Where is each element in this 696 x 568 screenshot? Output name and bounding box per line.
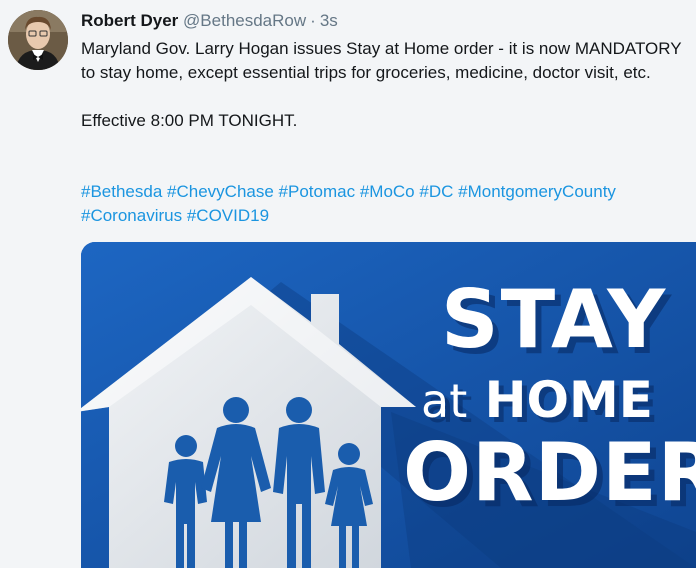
hashtag-link[interactable]: #Bethesda	[81, 182, 162, 201]
tweet: Robert Dyer @BethesdaRow · 3s Maryland Gov…	[0, 0, 696, 568]
media-image[interactable]: STAY at HOME ORDER	[81, 242, 696, 568]
tweet-text-line: Maryland Gov. Larry Hogan issues Stay at…	[81, 39, 682, 82]
hashtag-link[interactable]: #Coronavirus	[81, 206, 182, 225]
hashtag-link[interactable]: #COVID19	[187, 206, 269, 225]
media-title-at: at	[421, 374, 468, 428]
tweet-text-line: Effective 8:00 PM TONIGHT.	[81, 111, 298, 130]
separator-dot: ·	[310, 11, 316, 30]
media-overlay-text: STAY at HOME ORDER	[81, 242, 696, 568]
hashtag-link[interactable]: #MontgomeryCounty	[458, 182, 616, 201]
tweet-text: Maryland Gov. Larry Hogan issues Stay at…	[81, 37, 693, 133]
media-title-at-home: at HOME	[421, 372, 653, 429]
tweet-header: Robert Dyer @BethesdaRow · 3s	[81, 11, 338, 31]
media-title-stay: STAY	[441, 273, 668, 366]
hashtag-list: #Bethesda #ChevyChase #Potomac #MoCo #DC…	[81, 180, 693, 228]
timestamp[interactable]: 3s	[320, 11, 338, 30]
media-title-order: ORDER	[403, 426, 696, 519]
avatar[interactable]	[8, 10, 68, 70]
author-name[interactable]: Robert Dyer	[81, 11, 178, 30]
hashtag-link[interactable]: #ChevyChase	[167, 182, 274, 201]
hashtag-link[interactable]: #MoCo	[360, 182, 415, 201]
author-handle[interactable]: @BethesdaRow	[183, 11, 306, 30]
media-title-home: HOME	[484, 371, 653, 429]
hashtag-link[interactable]: #Potomac	[279, 182, 356, 201]
hashtag-link[interactable]: #DC	[419, 182, 453, 201]
